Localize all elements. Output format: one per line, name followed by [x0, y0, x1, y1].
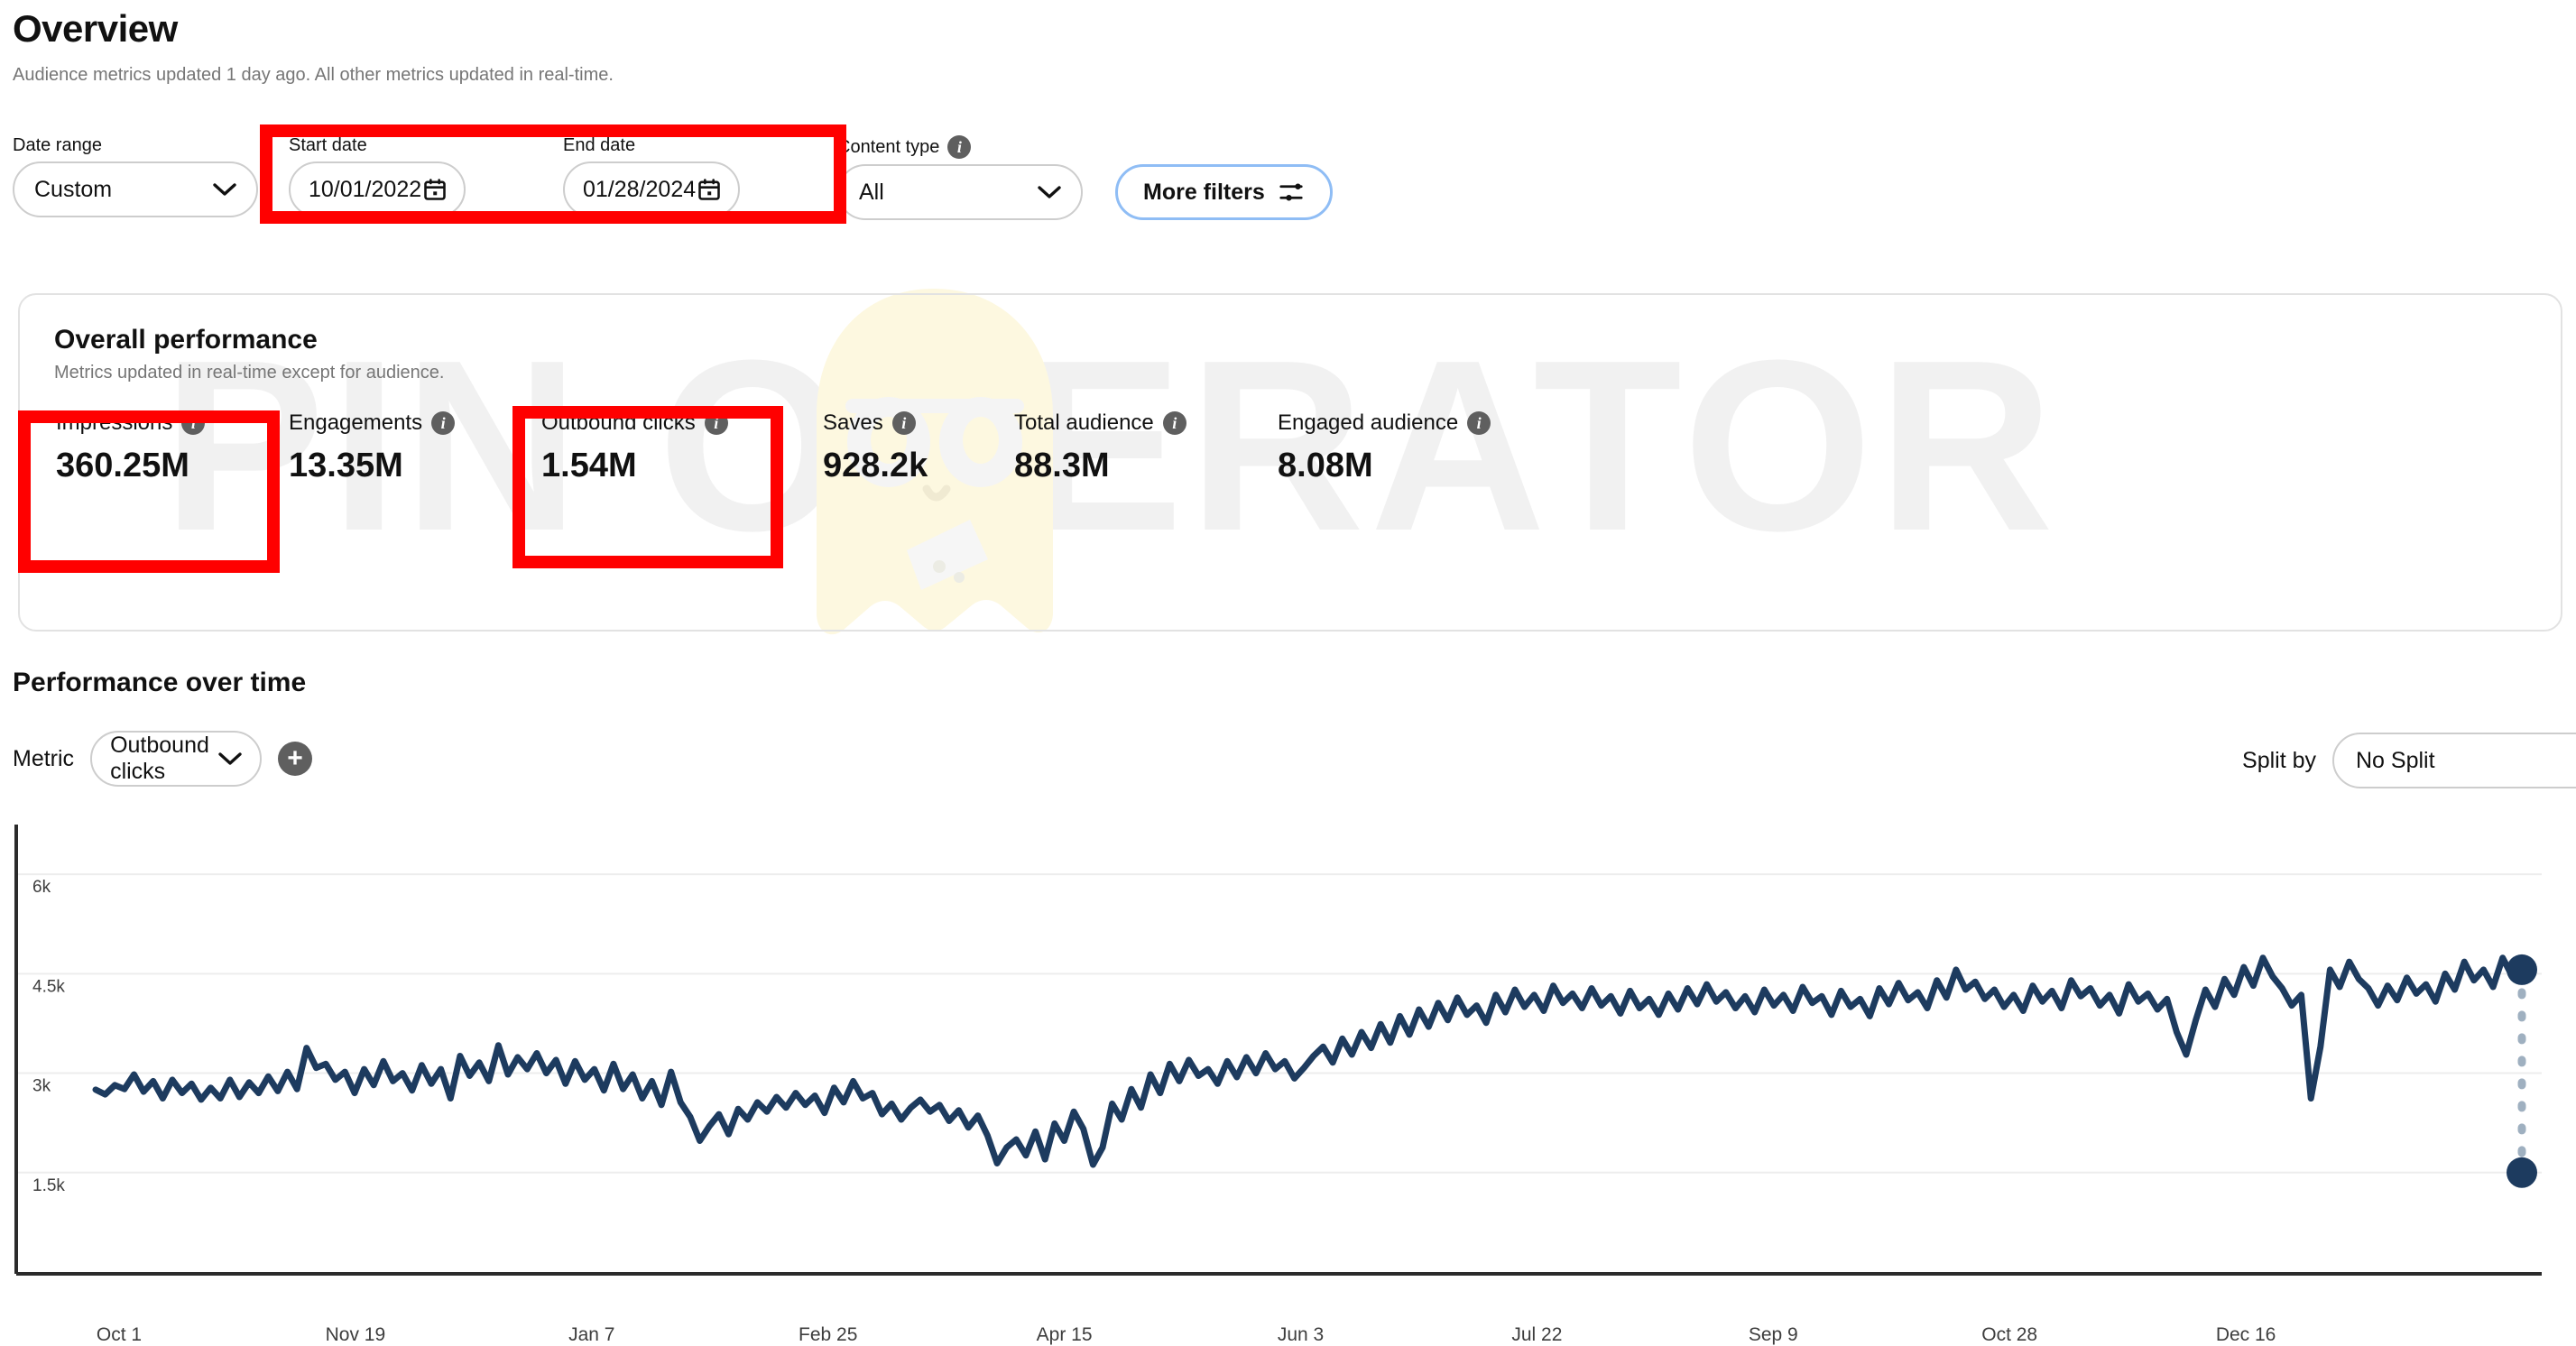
x-axis-tick-label: Oct 1: [97, 1324, 142, 1345]
metric-label: Saves i: [823, 410, 928, 436]
chevron-down-icon: [1038, 185, 1061, 199]
content-type-label: Content type i: [837, 135, 1083, 159]
metric-label: Impressions i: [56, 410, 206, 436]
calendar-icon[interactable]: [422, 177, 448, 202]
metric-label-text: Saves: [823, 410, 883, 435]
metric-select-value: Outbound clicks: [110, 733, 209, 784]
more-filters-label: More filters: [1143, 179, 1265, 205]
start-date-label: Start date: [289, 135, 367, 155]
filter-bar: Date range Custom Start date 10/01/2022 …: [0, 135, 2576, 253]
metric-label-text: Engaged audience: [1278, 410, 1459, 435]
chart-end-marker-bottom[interactable]: [2507, 1157, 2537, 1188]
content-type-select[interactable]: All: [837, 164, 1083, 220]
metric-value: 360.25M: [56, 447, 189, 484]
sliders-icon: [1278, 179, 1305, 206]
metric-saves[interactable]: Saves i 928.2k: [823, 410, 928, 485]
metric-select[interactable]: Outbound clicks: [90, 731, 263, 787]
y-axis-tick-label: 6k: [32, 878, 51, 897]
content-type-field: Content type i All: [837, 135, 1083, 220]
metric-label-text: Engagements: [289, 410, 423, 435]
add-metric-button[interactable]: +: [278, 742, 313, 776]
overall-performance-title: Overall performance: [54, 325, 318, 355]
split-by-label: Split by: [2242, 747, 2316, 773]
chart-end-marker-top[interactable]: [2507, 954, 2537, 985]
page-subtitle: Audience metrics updated 1 day ago. All …: [13, 65, 614, 85]
info-icon[interactable]: i: [891, 411, 916, 435]
performance-over-time-title: Performance over time: [13, 668, 307, 697]
metric-value: 928.2k: [823, 447, 928, 484]
info-icon[interactable]: i: [431, 411, 456, 435]
x-axis-tick-label: Oct 28: [1981, 1324, 2037, 1345]
info-icon[interactable]: i: [947, 135, 972, 159]
date-range-label: Date range: [13, 135, 102, 155]
x-axis-tick-label: Jul 22: [1511, 1324, 1562, 1345]
metric-label: Engagements i: [289, 410, 456, 436]
chevron-down-icon: [213, 182, 236, 197]
x-axis-tick-label: Jan 7: [568, 1324, 614, 1345]
calendar-icon[interactable]: [697, 177, 722, 202]
end-date-input[interactable]: 01/28/2024: [563, 161, 740, 217]
more-filters-button[interactable]: More filters: [1115, 164, 1333, 220]
metric-label: Total audience i: [1014, 410, 1186, 436]
info-icon[interactable]: i: [1467, 411, 1491, 435]
content-type-value: All: [859, 179, 884, 205]
metric-label: Engaged audience i: [1278, 410, 1491, 436]
chart-line-outbound-clicks: [92, 954, 2525, 1168]
split-by-select[interactable]: No Split: [2332, 733, 2576, 788]
overall-performance-subtitle: Metrics updated in real-time except for …: [54, 363, 445, 383]
x-axis-tick-label: Jun 3: [1278, 1324, 1324, 1345]
info-icon[interactable]: i: [1162, 411, 1186, 435]
start-date-input[interactable]: 10/01/2022: [289, 161, 466, 217]
metric-value: 13.35M: [289, 447, 403, 484]
metric-value: 1.54M: [541, 447, 637, 484]
page-title: Overview: [13, 7, 178, 50]
metric-total-audience[interactable]: Total audience i 88.3M: [1014, 410, 1186, 485]
x-axis-tick-label: Dec 16: [2216, 1324, 2276, 1345]
metric-outbound-clicks[interactable]: Outbound clicks i 1.54M: [541, 410, 728, 485]
x-axis-tick-label: Sep 9: [1749, 1324, 1798, 1345]
date-range-select[interactable]: Custom: [13, 161, 258, 217]
y-axis-tick-label: 4.5k: [32, 977, 65, 996]
start-date-field: Start date 10/01/2022: [289, 135, 466, 217]
add-metric-label: +: [287, 743, 303, 773]
end-date-field: End date 01/28/2024: [563, 135, 740, 217]
info-icon[interactable]: i: [704, 411, 728, 435]
start-date-value: 10/01/2022: [309, 176, 422, 202]
date-range-value: Custom: [34, 176, 113, 202]
chart-svg: 6k 4.5k 3k 1.5k Oct 1 Nov 19 Jan 7 Feb 25 Apr 15…: [14, 825, 2542, 1345]
x-axis-tick-label: Apr 15: [1037, 1324, 1093, 1345]
content-type-label-text: Content type: [837, 136, 940, 157]
metric-label-text: Outbound clicks: [541, 410, 696, 435]
y-axis-tick-label: 1.5k: [32, 1176, 65, 1195]
date-range-field: Date range Custom: [13, 135, 258, 217]
x-axis-tick-label: Nov 19: [326, 1324, 386, 1345]
x-axis-tick-label: Feb 25: [799, 1324, 857, 1345]
metric-engaged-audience[interactable]: Engaged audience i 8.08M: [1278, 410, 1491, 485]
performance-chart[interactable]: 6k 4.5k 3k 1.5k Oct 1 Nov 19 Jan 7 Feb 25 Apr 15…: [0, 821, 2576, 1346]
end-date-value: 01/28/2024: [583, 176, 697, 202]
y-axis-tick-label: 3k: [32, 1077, 51, 1096]
metric-selector-label: Metric: [13, 745, 75, 771]
metric-engagements[interactable]: Engagements i 13.35M: [289, 410, 456, 485]
analytics-overview-page: PIN OPERATOR Overview Audience metrics u…: [0, 0, 2576, 1346]
metric-label: Outbound clicks i: [541, 410, 728, 436]
metric-value: 8.08M: [1278, 447, 1373, 484]
metric-impressions[interactable]: Impressions i 360.25M: [56, 410, 206, 485]
split-by-row: Split by No Split: [2242, 733, 2576, 788]
chevron-down-icon: [218, 751, 242, 766]
metric-label-text: Total audience: [1014, 410, 1154, 435]
split-by-value: No Split: [2356, 747, 2435, 773]
metric-value: 88.3M: [1014, 447, 1110, 484]
info-icon[interactable]: i: [181, 411, 206, 435]
metric-selector-row: Metric Outbound clicks +: [13, 731, 313, 787]
metric-label-text: Impressions: [56, 410, 173, 435]
end-date-label: End date: [563, 135, 636, 155]
